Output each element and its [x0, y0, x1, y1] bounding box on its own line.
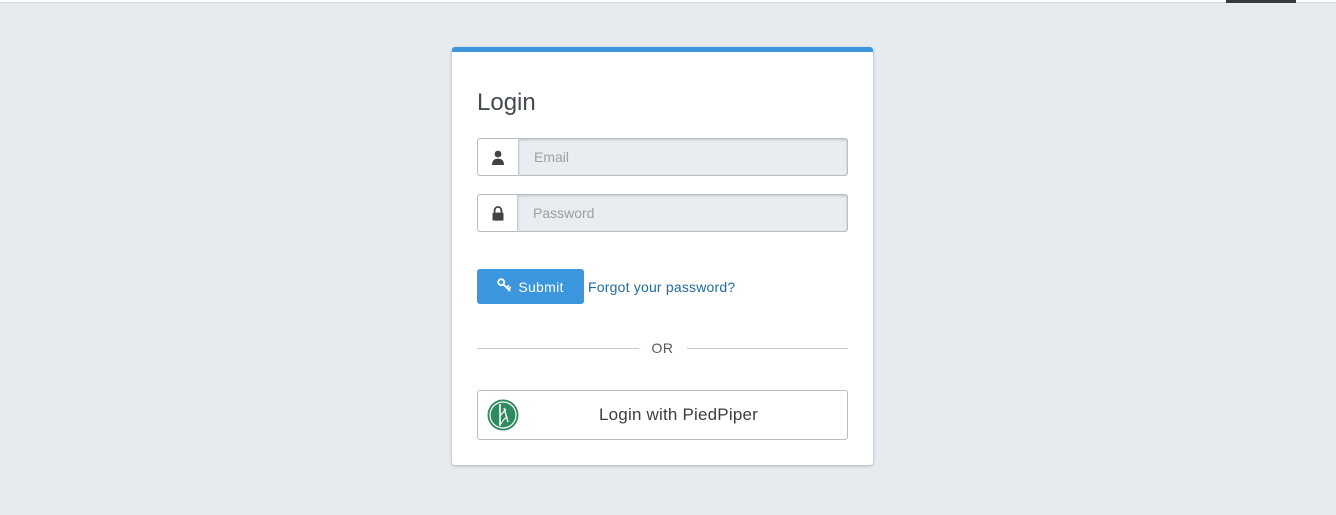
top-bar	[0, 0, 1336, 3]
login-card: Login Submit F	[452, 47, 873, 465]
page-title: Login	[477, 89, 536, 116]
password-field[interactable]	[517, 194, 848, 232]
or-divider: OR	[477, 340, 848, 356]
divider-line-right	[686, 347, 848, 349]
divider-line-left	[477, 347, 639, 349]
email-field[interactable]	[518, 138, 848, 176]
email-input-group	[477, 138, 848, 176]
login-with-piedpiper-button[interactable]: Login with PiedPiper	[477, 390, 848, 440]
lock-icon	[477, 194, 517, 232]
forgot-password-link[interactable]: Forgot your password?	[588, 279, 735, 295]
divider-text: OR	[651, 340, 674, 356]
user-icon	[477, 138, 518, 176]
login-actions: Submit Forgot your password?	[477, 269, 735, 304]
top-bar-corner	[1226, 0, 1296, 3]
submit-button[interactable]: Submit	[477, 269, 584, 304]
piedpiper-logo-icon	[487, 399, 519, 431]
password-input-group	[477, 194, 848, 232]
submit-button-label: Submit	[518, 278, 564, 295]
key-icon	[497, 278, 512, 295]
oauth-button-label: Login with PiedPiper	[599, 405, 758, 424]
